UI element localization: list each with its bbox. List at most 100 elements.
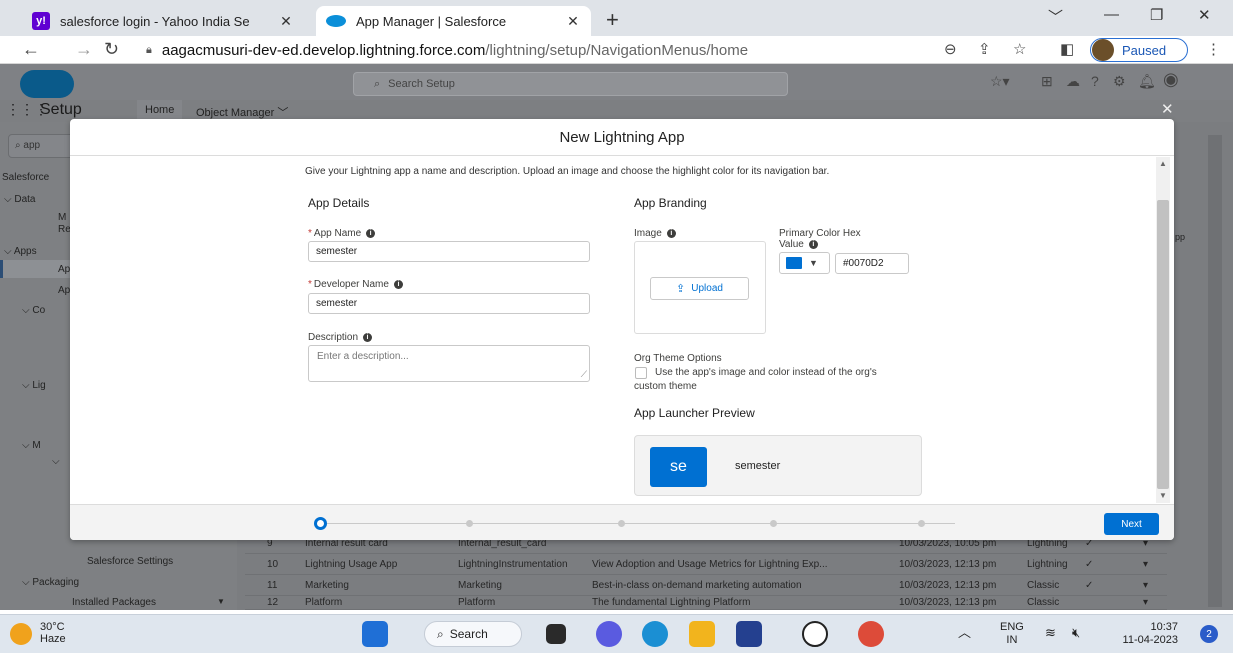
sidebar-item[interactable]: Ap: [58, 264, 70, 275]
primary-color-hex-input[interactable]: [835, 253, 909, 274]
quick-find-input[interactable]: ⌕ app: [8, 134, 78, 158]
upload-button[interactable]: ⇪ Upload: [650, 277, 749, 300]
favorites-icon[interactable]: ☆▾: [990, 73, 1010, 90]
taskbar-search[interactable]: ⌕ Search: [424, 621, 522, 647]
scroll-up-icon[interactable]: ▲: [1159, 159, 1167, 168]
weather-widget[interactable]: 30°C Haze: [40, 621, 66, 645]
sidebar-item-data[interactable]: ⌵ Data: [4, 194, 35, 205]
resize-grip-icon[interactable]: ⟋: [581, 369, 587, 380]
scroll-down-icon[interactable]: ▼: [1159, 491, 1167, 500]
scrollbar-thumb[interactable]: [1157, 200, 1169, 489]
salesforce-logo: [20, 70, 74, 98]
table-row[interactable]: 12 Platform Platform The fundamental Lig…: [245, 593, 1167, 610]
setup-search-placeholder: Search Setup: [388, 78, 455, 90]
lock-icon: 🔒︎: [146, 44, 152, 56]
chrome-icon[interactable]: [858, 621, 884, 647]
profile-button[interactable]: Paused: [1090, 38, 1188, 62]
reload-icon[interactable]: ↻: [104, 39, 119, 60]
row-action-dropdown[interactable]: ▾: [1143, 559, 1148, 570]
page-scrollbar[interactable]: [1208, 135, 1222, 607]
edge-icon[interactable]: [642, 621, 668, 647]
progress-step-current[interactable]: [314, 517, 327, 530]
zoom-icon[interactable]: ⊖: [944, 40, 957, 58]
info-icon[interactable]: i: [393, 279, 403, 289]
info-icon[interactable]: i: [808, 239, 818, 249]
check-icon: ✓: [1085, 580, 1094, 591]
table-row[interactable]: 10 Lightning Usage App LightningInstrume…: [245, 555, 1167, 575]
store-icon[interactable]: [736, 621, 762, 647]
info-icon[interactable]: i: [363, 332, 373, 342]
sidebar-item-installed-packages[interactable]: Installed Packages: [72, 597, 156, 608]
menu-icon[interactable]: ⋮: [1206, 40, 1221, 58]
gear-icon[interactable]: ⚙: [1113, 73, 1126, 90]
trailhead-icon[interactable]: ☁: [1066, 73, 1080, 90]
help-icon[interactable]: ?: [1091, 73, 1099, 89]
meet-icon[interactable]: [596, 621, 622, 647]
task-view-icon[interactable]: [546, 624, 566, 644]
sidebar-item[interactable]: Ap: [58, 285, 70, 296]
color-picker-button[interactable]: ▼: [779, 252, 830, 274]
sidebar-item[interactable]: ⌵ Co: [22, 305, 45, 316]
modal-scrollbar[interactable]: ▲ ▼: [1156, 157, 1170, 503]
image-dropzone[interactable]: ⇪ Upload: [634, 241, 766, 334]
browser-tab-bar: y! salesforce login - Yahoo India Se ✕ A…: [0, 0, 1233, 36]
scroll-down-icon[interactable]: ▼: [217, 597, 225, 606]
chevron-down-icon[interactable]: ⌵: [52, 456, 60, 467]
weather-icon[interactable]: [10, 623, 32, 645]
row-action-dropdown[interactable]: ▾: [1143, 580, 1148, 591]
windows-start-icon[interactable]: [362, 621, 388, 647]
close-window-button[interactable]: ✕: [1198, 6, 1211, 24]
close-icon[interactable]: ✕: [1161, 100, 1174, 118]
url-field[interactable]: 🔒︎ aagacmusuri-dev-ed.develop.lightning.…: [146, 40, 1036, 61]
app-name-input[interactable]: [308, 241, 590, 262]
back-icon[interactable]: ←: [22, 39, 40, 60]
progress-step[interactable]: [770, 520, 777, 527]
progress-step[interactable]: [918, 520, 925, 527]
restore-button[interactable]: ❐: [1150, 6, 1163, 24]
next-button[interactable]: Next: [1104, 513, 1159, 535]
sidebar-item-apps[interactable]: ⌵ Apps: [4, 246, 37, 257]
progress-step[interactable]: [618, 520, 625, 527]
share-icon[interactable]: ⇪: [978, 40, 991, 58]
sidebar-item[interactable]: ⌵ Lig: [22, 380, 46, 391]
forward-icon[interactable]: →: [75, 39, 93, 60]
tab-search-chevron-icon[interactable]: ﹀: [1048, 6, 1063, 27]
app-name-label-text: App Name: [313, 228, 362, 239]
salesforce-header: ⌕ Search Setup ☆▾ ⊞ ☁ ? ⚙ 🔔︎ ◉: [0, 64, 1233, 100]
setup-search-input[interactable]: ⌕ Search Setup: [353, 72, 788, 96]
weather-condition: Haze: [40, 633, 66, 645]
chevron-up-icon[interactable]: ︿: [958, 626, 971, 639]
wifi-icon[interactable]: ≋: [1045, 626, 1056, 639]
new-tab-button[interactable]: +: [606, 7, 619, 33]
sidebar-item[interactable]: ⌵ M: [22, 440, 41, 451]
cell-type: Lightning: [1027, 559, 1068, 570]
progress-step[interactable]: [466, 520, 473, 527]
info-icon[interactable]: i: [666, 228, 676, 238]
close-tab-icon[interactable]: ✕: [278, 13, 294, 30]
clock[interactable]: 10:37 11-04-2023: [1106, 621, 1178, 647]
bookmark-star-icon[interactable]: ☆: [1013, 40, 1026, 58]
sidebar-item-salesforce-settings[interactable]: Salesforce Settings: [87, 556, 173, 567]
user-avatar-icon[interactable]: ◉: [1163, 69, 1179, 90]
dell-icon[interactable]: [802, 621, 828, 647]
tab-app-manager[interactable]: App Manager | Salesforce ✕: [316, 6, 591, 36]
language-indicator[interactable]: ENG IN: [1000, 621, 1024, 647]
row-action-dropdown[interactable]: ▾: [1143, 597, 1148, 608]
notification-badge[interactable]: 2: [1200, 625, 1218, 643]
description-textarea[interactable]: Enter a description... ⟋: [308, 345, 590, 382]
developer-name-input[interactable]: [308, 293, 590, 314]
org-theme-checkbox[interactable]: [635, 367, 647, 379]
close-tab-icon[interactable]: ✕: [565, 13, 581, 30]
sidebar-item[interactable]: M: [58, 212, 66, 223]
add-icon[interactable]: ⊞: [1041, 73, 1053, 90]
tab-yahoo[interactable]: y! salesforce login - Yahoo India Se ✕: [22, 6, 304, 36]
bell-icon[interactable]: 🔔︎: [1138, 73, 1156, 90]
sidepanel-icon[interactable]: ◧: [1060, 40, 1074, 58]
speaker-muted-icon[interactable]: 🔇︎: [1072, 626, 1080, 639]
file-explorer-icon[interactable]: [689, 621, 715, 647]
sidebar-item-packaging[interactable]: ⌵ Packaging: [22, 577, 79, 588]
sidebar-item[interactable]: Re: [58, 224, 71, 235]
minimize-button[interactable]: —: [1104, 6, 1119, 23]
tab-object-manager[interactable]: Object Manager ﹀: [196, 104, 288, 120]
info-icon[interactable]: i: [366, 228, 376, 238]
